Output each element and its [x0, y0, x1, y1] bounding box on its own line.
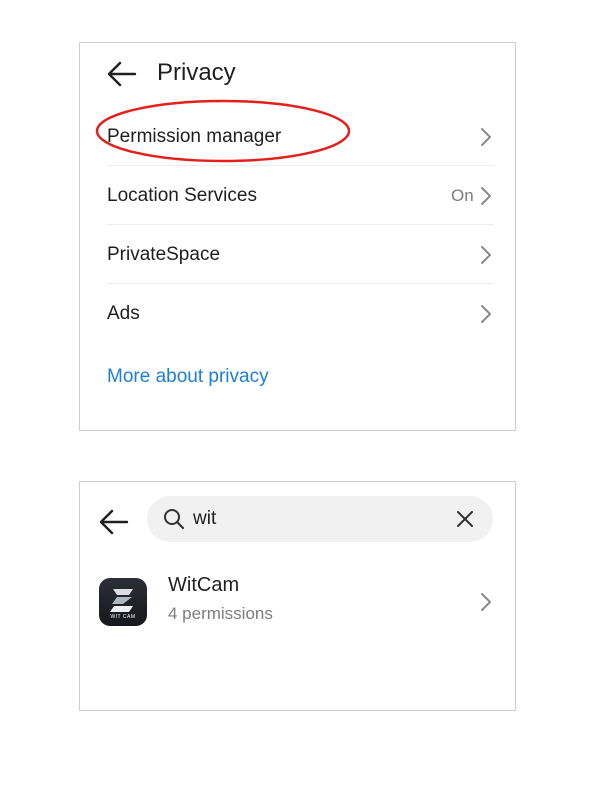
back-arrow-icon[interactable] [107, 60, 137, 88]
app-name: WitCam [168, 574, 240, 596]
chevron-right-icon [480, 245, 492, 265]
app-icon-label: WIT CAM [110, 614, 136, 620]
menu-item-ads[interactable]: Ads [80, 285, 517, 343]
search-bar[interactable] [147, 496, 493, 542]
divider [107, 165, 494, 166]
menu-item-permission-manager[interactable]: Permission manager [80, 108, 517, 166]
menu-item-label: Location Services [107, 185, 257, 206]
app-icon: WIT CAM [99, 578, 147, 626]
close-icon[interactable] [456, 510, 474, 528]
divider [107, 283, 494, 284]
privacy-panel: Privacy Permission manager Location Serv… [79, 42, 516, 431]
menu-item-label: Permission manager [107, 126, 282, 147]
chevron-right-icon [480, 304, 492, 324]
menu-item-label: Ads [107, 303, 140, 324]
search-panel: WIT CAM WitCam 4 permissions [79, 481, 516, 711]
chevron-right-icon [480, 186, 492, 206]
search-icon [163, 508, 185, 530]
page-title: Privacy [157, 59, 236, 86]
menu-item-privatespace[interactable]: PrivateSpace [80, 226, 517, 284]
app-permission-count: 4 permissions [168, 604, 273, 623]
menu-item-location-services[interactable]: Location Services On [80, 167, 517, 225]
more-about-privacy-link[interactable]: More about privacy [107, 366, 269, 388]
menu-item-label: PrivateSpace [107, 244, 221, 265]
app-result-row[interactable]: WIT CAM WitCam 4 permissions [80, 570, 517, 634]
chevron-right-icon [480, 127, 492, 147]
status-value: On [451, 186, 474, 205]
divider [107, 224, 494, 225]
back-arrow-icon[interactable] [99, 508, 129, 536]
search-input[interactable] [193, 504, 433, 534]
chevron-right-icon [480, 592, 492, 612]
